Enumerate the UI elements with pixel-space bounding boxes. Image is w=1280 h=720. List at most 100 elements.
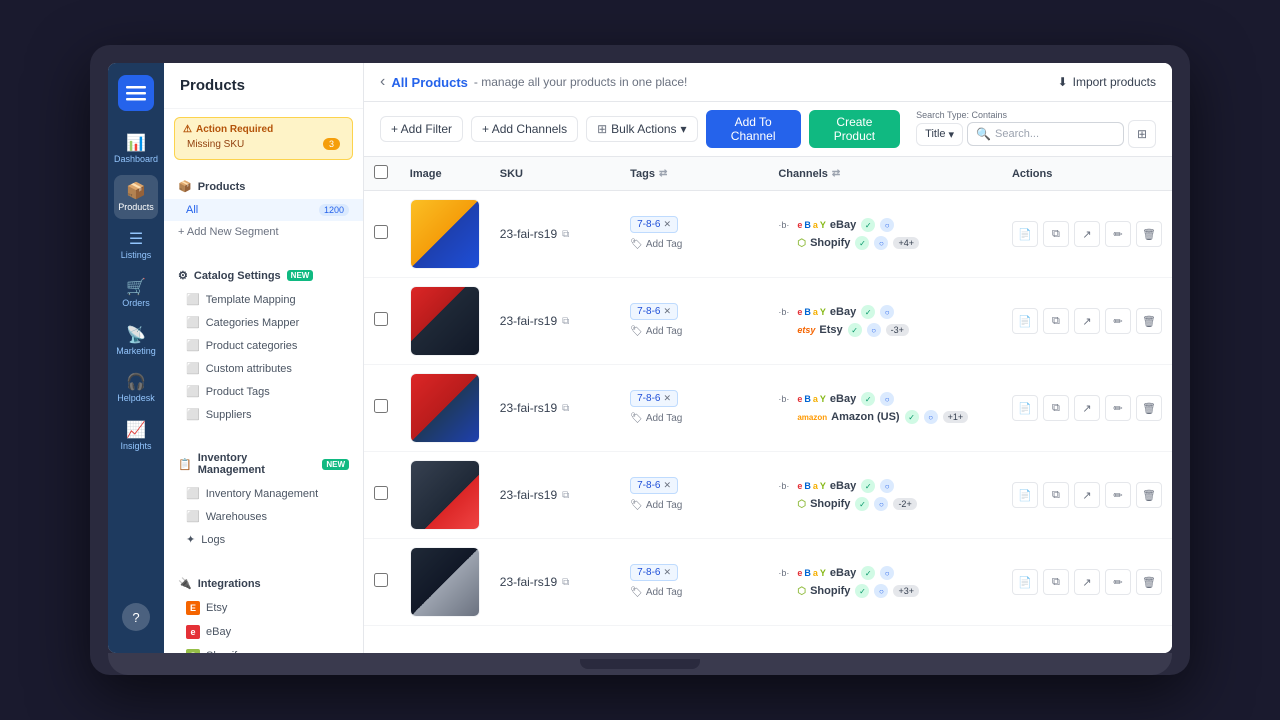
- edit-button[interactable]: ✏: [1105, 221, 1131, 247]
- row-checkbox[interactable]: [374, 399, 388, 413]
- channels-cell: ·b· eBaY eBay ✓ ○ ⬡ Shopify ✓ ○ +3+: [778, 566, 992, 598]
- actions-cell: 📄 ⧉ ↗ ✏ 🗑: [1012, 395, 1162, 421]
- select-all-checkbox[interactable]: [374, 165, 388, 179]
- copy-button[interactable]: ⧉: [1043, 221, 1069, 247]
- sidebar-item-shopify[interactable]: S Shopify: [164, 644, 363, 653]
- sidebar-item-all[interactable]: All 1200: [164, 199, 363, 221]
- delete-button[interactable]: 🗑: [1136, 221, 1162, 247]
- edit-button[interactable]: ✏: [1105, 569, 1131, 595]
- more-channels-badge[interactable]: +4+: [893, 237, 919, 249]
- view-button[interactable]: 📄: [1012, 395, 1038, 421]
- copy-button[interactable]: ⧉: [1043, 308, 1069, 334]
- more-channels-badge[interactable]: -3+: [886, 324, 909, 336]
- view-button[interactable]: 📄: [1012, 569, 1038, 595]
- help-button[interactable]: ?: [122, 603, 150, 631]
- search-type-select[interactable]: Title ▾: [916, 123, 963, 146]
- tag-remove-button[interactable]: ✕: [663, 480, 671, 491]
- sidebar-item-template-mapping[interactable]: ⬜ Template Mapping: [164, 288, 363, 311]
- integrations-header[interactable]: 🔌 Integrations: [164, 571, 363, 596]
- sidebar-item-insights[interactable]: 📈 Insights: [114, 414, 158, 458]
- add-segment-button[interactable]: + Add New Segment: [164, 221, 363, 243]
- missing-sku-item[interactable]: Missing SKU 3: [183, 135, 344, 153]
- sidebar-item-helpdesk[interactable]: 🎧 Helpdesk: [114, 366, 158, 410]
- row-checkbox[interactable]: [374, 486, 388, 500]
- tag-label: 7-8-6: [637, 393, 660, 404]
- sidebar-item-inventory-management[interactable]: ⬜ Inventory Management: [164, 482, 363, 505]
- add-tag-button[interactable]: 🏷 Add Tag: [630, 498, 758, 513]
- copy-button[interactable]: ⧉: [1043, 395, 1069, 421]
- copy-sku-icon[interactable]: ⧉: [562, 403, 569, 414]
- bulk-actions-button[interactable]: ⊞ Bulk Actions ▾: [586, 116, 697, 142]
- add-to-channel-button[interactable]: Add To Channel: [706, 110, 801, 148]
- export-button[interactable]: ↗: [1074, 395, 1100, 421]
- export-button[interactable]: ↗: [1074, 482, 1100, 508]
- tags-shuffle-icon[interactable]: ⇄: [659, 168, 667, 179]
- add-tag-button[interactable]: 🏷 Add Tag: [630, 585, 758, 600]
- product-img-inner: [411, 461, 479, 529]
- sidebar-item-product-tags[interactable]: ⬜ Product Tags: [164, 380, 363, 403]
- tag-remove-button[interactable]: ✕: [663, 393, 671, 404]
- export-button[interactable]: ↗: [1074, 221, 1100, 247]
- row-sku-cell: 23-fai-rs19 ⧉: [490, 365, 620, 452]
- create-product-button[interactable]: Create Product: [809, 110, 900, 148]
- sidebar-item-orders[interactable]: 🛒 Orders: [114, 271, 158, 315]
- copy-button[interactable]: ⧉: [1043, 482, 1069, 508]
- sidebar-item-logs[interactable]: ✦ Logs: [164, 528, 363, 551]
- view-button[interactable]: 📄: [1012, 482, 1038, 508]
- all-segment-label: All: [186, 204, 198, 216]
- add-tag-button[interactable]: 🏷 Add Tag: [630, 324, 758, 339]
- add-channels-button[interactable]: + Add Channels: [471, 116, 578, 142]
- inventory-header[interactable]: 📋 Inventory Management NEW: [164, 446, 363, 482]
- sidebar-item-categories-mapper[interactable]: ⬜ Categories Mapper: [164, 311, 363, 334]
- products-section-header[interactable]: 📦 Products: [164, 174, 363, 199]
- sidebar-item-products[interactable]: 📦 Products: [114, 175, 158, 219]
- edit-button[interactable]: ✏: [1105, 395, 1131, 421]
- copy-button[interactable]: ⧉: [1043, 569, 1069, 595]
- import-products-button[interactable]: ⬇ Import products: [1058, 75, 1156, 89]
- row-checkbox[interactable]: [374, 312, 388, 326]
- more-channels-badge[interactable]: -2+: [893, 498, 916, 510]
- product-image: [410, 199, 480, 269]
- sidebar-item-custom-attributes[interactable]: ⬜ Custom attributes: [164, 357, 363, 380]
- sidebar-item-marketing[interactable]: 📡 Marketing: [114, 319, 158, 363]
- copy-sku-icon[interactable]: ⧉: [562, 229, 569, 240]
- tag-remove-button[interactable]: ✕: [663, 219, 671, 230]
- tag-remove-button[interactable]: ✕: [663, 567, 671, 578]
- catalog-settings-header[interactable]: ⚙ Catalog Settings NEW: [164, 263, 363, 288]
- sidebar-item-dashboard[interactable]: 📊 Dashboard: [114, 127, 158, 171]
- add-filter-button[interactable]: + Add Filter: [380, 116, 463, 142]
- tag-remove-button[interactable]: ✕: [663, 306, 671, 317]
- view-button[interactable]: 📄: [1012, 221, 1038, 247]
- channels-shuffle-icon[interactable]: ⇄: [832, 168, 840, 179]
- sidebar-item-product-categories[interactable]: ⬜ Product categories: [164, 334, 363, 357]
- back-button[interactable]: ‹: [380, 73, 385, 91]
- add-tag-button[interactable]: 🏷 Add Tag: [630, 237, 758, 252]
- sidebar-item-listings[interactable]: ☰ Listings: [114, 223, 158, 267]
- more-channels-badge[interactable]: +1+: [943, 411, 969, 423]
- copy-sku-icon[interactable]: ⧉: [562, 577, 569, 588]
- search-input[interactable]: [995, 128, 1115, 140]
- add-tag-button[interactable]: 🏷 Add Tag: [630, 411, 758, 426]
- filter-toggle-button[interactable]: ⊞: [1128, 120, 1156, 148]
- delete-button[interactable]: 🗑: [1136, 482, 1162, 508]
- more-channels-badge[interactable]: +3+: [893, 585, 919, 597]
- delete-button[interactable]: 🗑: [1136, 308, 1162, 334]
- delete-button[interactable]: 🗑: [1136, 395, 1162, 421]
- export-button[interactable]: ↗: [1074, 308, 1100, 334]
- copy-sku-icon[interactable]: ⧉: [562, 490, 569, 501]
- view-button[interactable]: 📄: [1012, 308, 1038, 334]
- nav-logo[interactable]: [118, 75, 154, 111]
- sidebar-item-warehouses[interactable]: ⬜ Warehouses: [164, 505, 363, 528]
- row-checkbox[interactable]: [374, 573, 388, 587]
- sidebar-item-suppliers[interactable]: ⬜ Suppliers: [164, 403, 363, 426]
- copy-sku-icon[interactable]: ⧉: [562, 316, 569, 327]
- export-button[interactable]: ↗: [1074, 569, 1100, 595]
- row-checkbox[interactable]: [374, 225, 388, 239]
- edit-button[interactable]: ✏: [1105, 482, 1131, 508]
- sidebar-item-ebay[interactable]: e eBay: [164, 620, 363, 644]
- table-row: 23-fai-rs19 ⧉ 7-8-6 ✕ 🏷 Add Tag ·b·: [364, 278, 1172, 365]
- edit-button[interactable]: ✏: [1105, 308, 1131, 334]
- sidebar-item-etsy[interactable]: E Etsy: [164, 596, 363, 620]
- marketing-icon: 📡: [126, 325, 146, 345]
- delete-button[interactable]: 🗑: [1136, 569, 1162, 595]
